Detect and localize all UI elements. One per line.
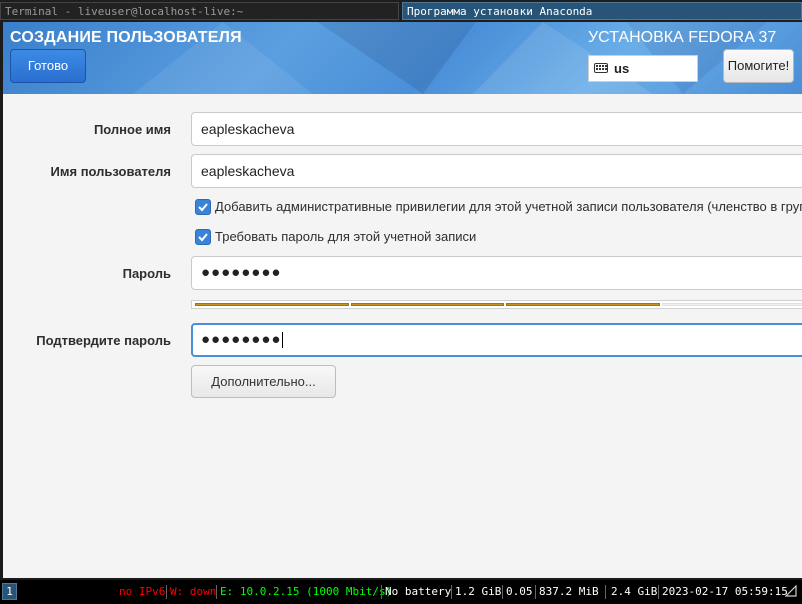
confirm-password-label: Подтвердите пароль (36, 333, 171, 348)
username-label: Имя пользователя (50, 164, 171, 179)
anaconda-window-tab[interactable]: Программа установки Anaconda (402, 2, 802, 20)
done-button[interactable]: Готово (10, 49, 86, 83)
fullname-input[interactable]: eapleskacheva (191, 112, 802, 146)
separator (216, 585, 217, 599)
keyboard-layout-label: us (614, 61, 630, 76)
confirm-password-input[interactable]: ●●●●●●●● (191, 323, 802, 357)
fullname-label: Полное имя (93, 122, 171, 137)
separator (658, 585, 659, 599)
network-tray-icon[interactable] (785, 585, 797, 597)
keyboard-layout-indicator[interactable]: us (588, 55, 698, 82)
memory-status: 837.2 MiB (539, 585, 599, 598)
admin-checkbox-label: Добавить административные привилегии для… (215, 199, 802, 214)
separator (166, 585, 167, 599)
admin-checkbox[interactable] (195, 199, 211, 215)
help-button[interactable]: Помогите! (723, 49, 794, 83)
keyboard-icon (594, 63, 608, 73)
separator (451, 585, 452, 599)
strength-segment (506, 303, 660, 306)
separator (535, 585, 536, 599)
require-password-checkbox[interactable] (195, 229, 211, 245)
strength-segment (195, 303, 349, 306)
window-title-bar: Terminal - liveuser@localhost-live:~ Про… (0, 0, 802, 22)
header-background-shape (303, 22, 483, 94)
installer-header: СОЗДАНИЕ ПОЛЬЗОВАТЕЛЯ Готово УСТАНОВКА F… (3, 22, 802, 94)
load-status: 0.05 (506, 585, 533, 598)
workspace-button[interactable]: 1 (2, 583, 17, 600)
terminal-window-tab[interactable]: Terminal - liveuser@localhost-live:~ (0, 2, 399, 20)
ethernet-status: E: 10.0.2.15 (1000 Mbit/s) (220, 585, 393, 598)
ipv6-status: no IPv6 (119, 585, 166, 598)
password-strength-bar (191, 300, 802, 309)
password-label: Пароль (122, 266, 171, 281)
battery-status: No battery (385, 585, 452, 598)
strength-segment (351, 303, 504, 306)
checkmark-icon (198, 233, 208, 242)
advanced-button[interactable]: Дополнительно... (191, 365, 336, 398)
disk-status: 1.2 GiB (455, 585, 502, 598)
datetime-status: 2023-02-17 05:59:15 (662, 585, 788, 598)
separator (381, 585, 382, 599)
checkmark-icon (198, 203, 208, 212)
password-input[interactable]: ●●●●●●●● (191, 256, 802, 290)
separator (502, 585, 503, 599)
wireless-status: W: down (170, 585, 217, 598)
text-caret (282, 332, 284, 349)
confirm-password-value: ●●●●●●●● (201, 331, 282, 348)
separator (605, 585, 606, 599)
product-title: УСТАНОВКА FEDORA 37 (588, 29, 777, 46)
strength-segment (662, 303, 802, 306)
user-creation-form: Полное имя eapleskacheva Имя пользовател… (3, 94, 802, 578)
username-input[interactable]: eapleskacheva (191, 154, 802, 188)
page-title: СОЗДАНИЕ ПОЛЬЗОВАТЕЛЯ (10, 29, 242, 46)
i3-status-bar: 1 no IPv6 W: down E: 10.0.2.15 (1000 Mbi… (0, 580, 802, 604)
require-password-checkbox-label: Требовать пароль для этой учетной записи (215, 229, 477, 244)
free-memory-status: 2.4 GiB (611, 585, 658, 598)
